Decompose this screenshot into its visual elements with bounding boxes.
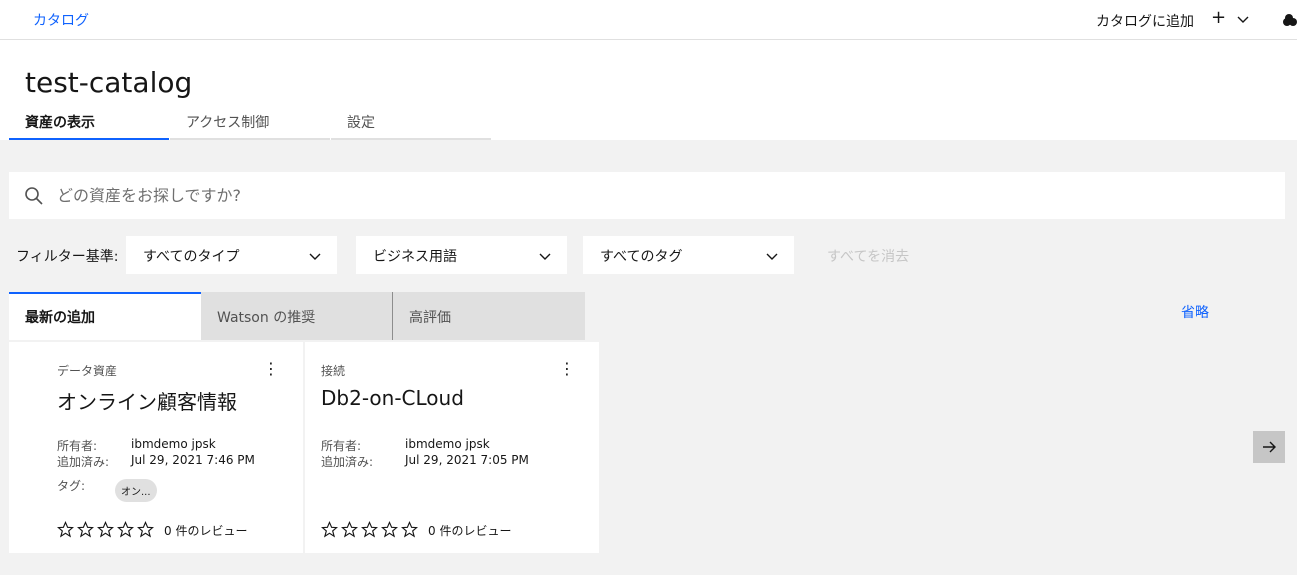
star-icon[interactable] (77, 521, 94, 538)
added-value: Jul 29, 2021 7:05 PM (405, 453, 529, 467)
chevron-down-icon (539, 253, 551, 260)
star-icon[interactable] (381, 521, 398, 538)
chevron-down-icon (309, 253, 321, 260)
tab-settings[interactable]: 設定 (331, 102, 491, 140)
type-filter-value: すべてのタイプ (143, 249, 240, 265)
asset-type: データ資産 (57, 364, 118, 378)
added-label: 追加済み: (57, 455, 110, 469)
asset-card[interactable]: 接続 ⋮ Db2-on-CLoud 所有者: ibmdemo jpsk 追加済み… (305, 342, 599, 553)
arrow-right-icon (1263, 441, 1276, 453)
search-icon (25, 187, 43, 205)
search-bar (9, 172, 1285, 219)
review-count: 0 件のレビュー (428, 524, 512, 538)
tab-view-assets[interactable]: 資産の表示 (9, 102, 169, 140)
added-value: Jul 29, 2021 7:46 PM (131, 453, 255, 467)
clear-all-button[interactable]: すべてを消去 (827, 246, 909, 266)
catalog-header: test-catalog 資産の表示 アクセス制御 設定 (0, 40, 1297, 140)
top-bar: カタログ カタログに追加 + (0, 0, 1297, 40)
asset-name[interactable]: Db2-on-CLoud (321, 386, 464, 410)
asset-card[interactable]: データ資産 ⋮ オンライン顧客情報 所有者: ibmdemo jpsk 追加済み… (9, 342, 303, 553)
omit-link[interactable]: 省略 (1181, 302, 1209, 322)
asset-name[interactable]: オンライン顧客情報 (57, 386, 237, 415)
star-icon[interactable] (137, 521, 154, 538)
page-title: test-catalog (25, 66, 193, 99)
owner-value: ibmdemo jpsk (405, 437, 490, 451)
star-icon[interactable] (401, 521, 418, 538)
tab-recently-added[interactable]: 最新の追加 (9, 292, 201, 340)
star-icon[interactable] (97, 521, 114, 538)
star-icon[interactable] (321, 521, 338, 538)
star-icon[interactable] (341, 521, 358, 538)
business-term-filter-dropdown[interactable]: ビジネス用語 (356, 236, 567, 274)
plus-icon[interactable]: + (1211, 9, 1226, 27)
tab-highly-rated[interactable]: 高評価 (393, 292, 585, 340)
asset-type: 接続 (321, 364, 346, 378)
carousel-next-button[interactable] (1253, 431, 1285, 463)
added-label: 追加済み: (321, 455, 374, 469)
tags-label: タグ: (57, 479, 86, 493)
add-to-catalog-button[interactable]: カタログに追加 (1096, 11, 1194, 31)
review-count: 0 件のレビュー (164, 524, 248, 538)
tag-chip[interactable]: オン... (115, 479, 157, 502)
star-icon[interactable] (57, 521, 74, 538)
owner-label: 所有者: (321, 439, 362, 453)
breadcrumb-catalog[interactable]: カタログ (33, 10, 89, 30)
overflow-menu-icon[interactable]: ⋮ (263, 361, 279, 377)
tab-watson-recommended[interactable]: Watson の推奨 (201, 292, 393, 340)
type-filter-dropdown[interactable]: すべてのタイプ (126, 236, 337, 274)
chevron-down-icon (766, 253, 778, 260)
overflow-menu-icon[interactable]: ⋮ (559, 361, 575, 377)
owner-value: ibmdemo jpsk (131, 437, 216, 451)
filter-label: フィルター基準: (16, 249, 119, 265)
chevron-down-icon[interactable] (1236, 12, 1250, 26)
owner-label: 所有者: (57, 439, 98, 453)
star-rating[interactable] (321, 521, 418, 538)
tag-filter-dropdown[interactable]: すべてのタグ (583, 236, 794, 274)
star-icon[interactable] (117, 521, 134, 538)
search-input[interactable] (57, 172, 1257, 219)
cloud-icon[interactable] (1283, 12, 1297, 28)
star-rating[interactable] (57, 521, 154, 538)
business-term-filter-value: ビジネス用語 (373, 249, 457, 265)
tab-access-control[interactable]: アクセス制御 (170, 102, 330, 140)
star-icon[interactable] (361, 521, 378, 538)
tag-filter-value: すべてのタグ (600, 249, 683, 265)
